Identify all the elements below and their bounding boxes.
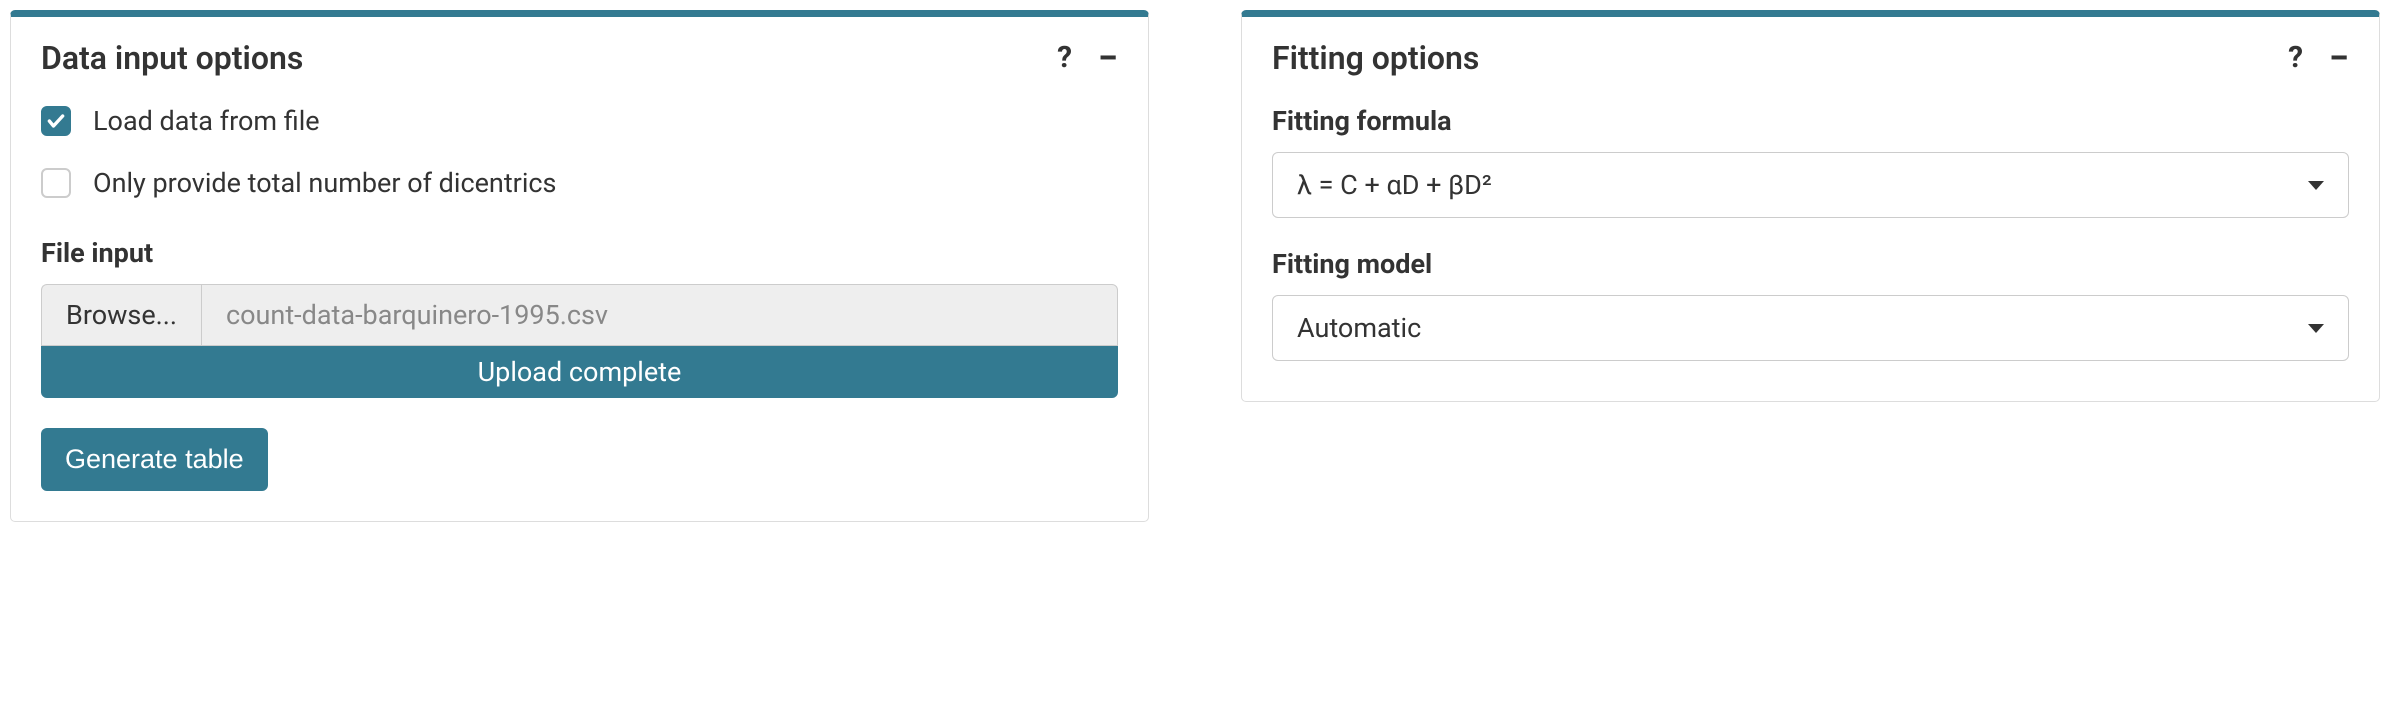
panel-header: Data input options ? − — [11, 17, 1148, 87]
fitting-formula-select[interactable]: λ = C + αD + βD² — [1272, 152, 2349, 218]
fitting-model-wrap: Fitting model Automatic — [1272, 248, 2349, 361]
panel-body: Load data from file Only provide total n… — [11, 87, 1148, 521]
panel-icons: ? − — [1057, 40, 1118, 76]
fitting-model-select[interactable]: Automatic — [1272, 295, 2349, 361]
help-icon[interactable]: ? — [2288, 43, 2303, 73]
panel-fitting-options: Fitting options ? − Fitting formula λ = … — [1241, 10, 2380, 402]
checkbox-load-label: Load data from file — [93, 105, 320, 137]
collapse-icon[interactable]: − — [2329, 40, 2349, 76]
panel-header: Fitting options ? − — [1242, 17, 2379, 87]
panel-icons: ? − — [2288, 40, 2349, 76]
fitting-formula-label: Fitting formula — [1272, 105, 2349, 137]
browse-button[interactable]: Browse... — [41, 284, 201, 346]
checkbox-only-total-row: Only provide total number of dicentrics — [41, 167, 1118, 199]
fitting-model-value: Automatic — [1297, 312, 1421, 344]
panel-title: Fitting options — [1272, 39, 1479, 77]
checkbox-load-from-file[interactable] — [41, 106, 71, 136]
file-input-row: Browse... count-data-barquinero-1995.csv — [41, 284, 1118, 346]
upload-status-bar: Upload complete — [41, 346, 1118, 398]
caret-down-icon — [2308, 324, 2324, 333]
checkbox-load-from-file-row: Load data from file — [41, 105, 1118, 137]
file-name-display: count-data-barquinero-1995.csv — [201, 284, 1118, 346]
fitting-model-label: Fitting model — [1272, 248, 2349, 280]
checkbox-only-total[interactable] — [41, 168, 71, 198]
help-icon[interactable]: ? — [1057, 43, 1072, 73]
fitting-formula-value: λ = C + αD + βD² — [1297, 169, 1492, 201]
caret-down-icon — [2308, 181, 2324, 190]
panel-data-input: Data input options ? − Load data from fi… — [10, 10, 1149, 522]
generate-table-button[interactable]: Generate table — [41, 428, 268, 491]
panel-title: Data input options — [41, 39, 303, 77]
checkbox-only-total-label: Only provide total number of dicentrics — [93, 167, 556, 199]
file-input-label: File input — [41, 237, 1118, 269]
collapse-icon[interactable]: − — [1098, 40, 1118, 76]
panel-body: Fitting formula λ = C + αD + βD² Fitting… — [1242, 87, 2379, 401]
fitting-formula-wrap: Fitting formula λ = C + αD + βD² — [1272, 105, 2349, 218]
